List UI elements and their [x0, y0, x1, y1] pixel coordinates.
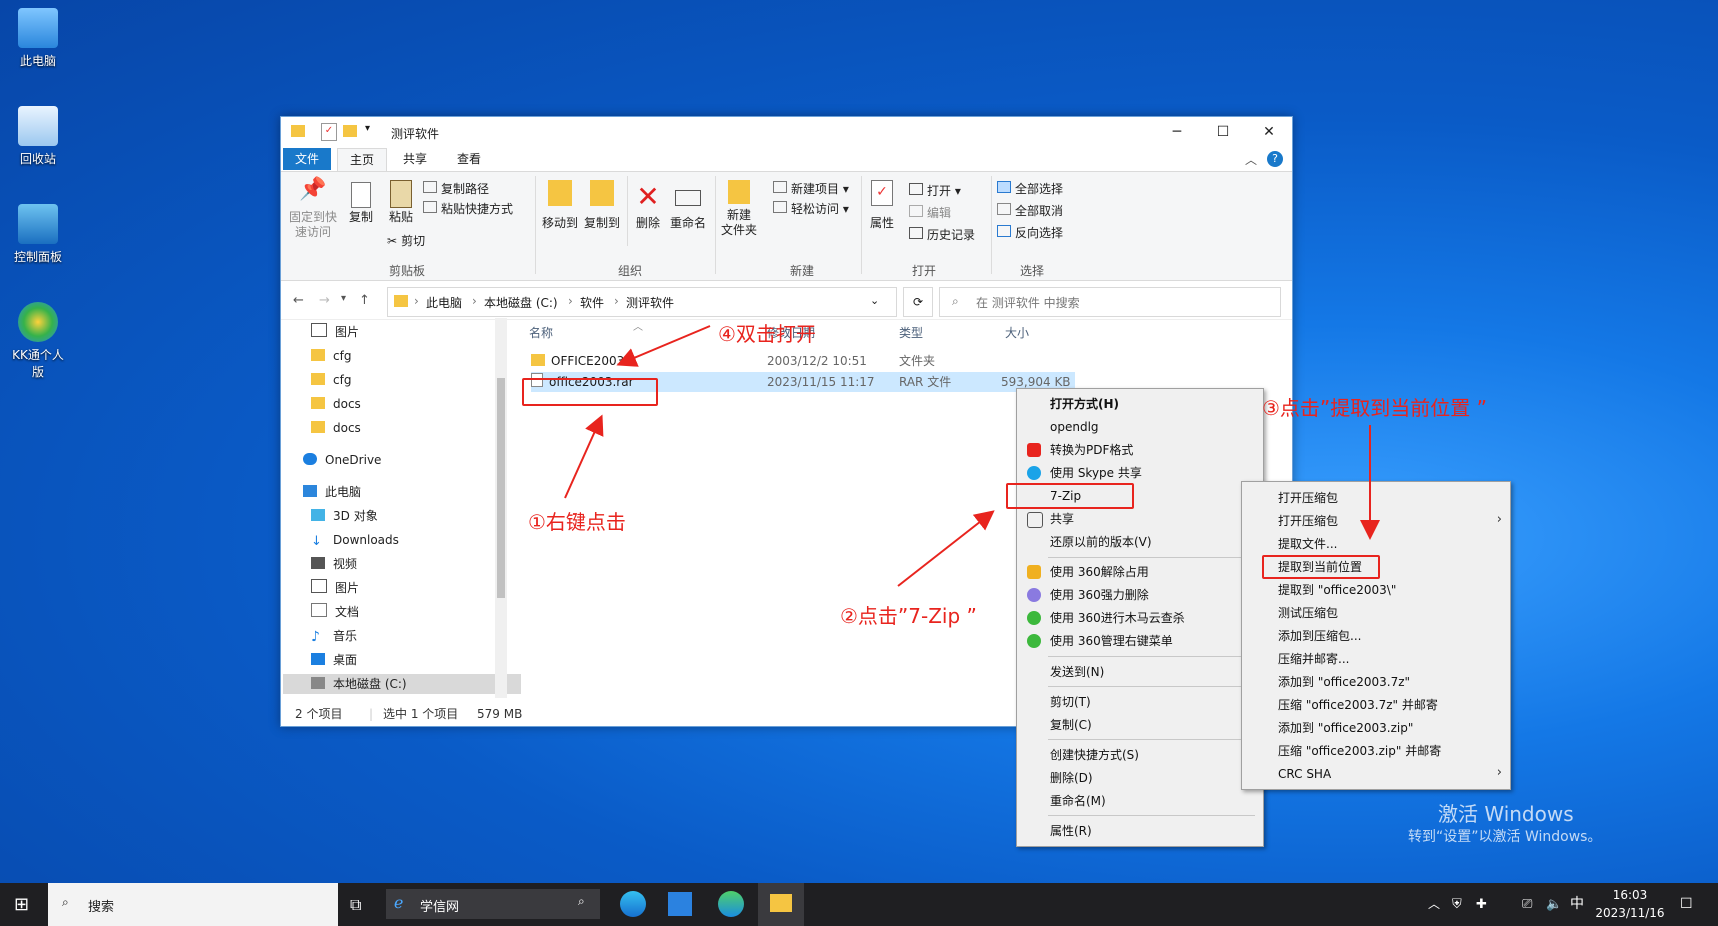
annotation-step1: ①右键点击	[528, 510, 626, 534]
tray-app-icon[interactable]: ⛨	[1452, 883, 1462, 926]
tray-expand-icon[interactable]: ︿	[1428, 883, 1440, 926]
taskbar-search-text: 搜索	[88, 900, 115, 915]
annotation-step3: ③点击”提取到当前位置 ”	[1262, 396, 1488, 420]
taskbar-explorer[interactable]	[758, 883, 804, 926]
taskbar-app-label: 学信网	[420, 900, 460, 915]
annotation-step2: ②点击”7-Zip ”	[840, 604, 977, 628]
network-icon[interactable]: ⎚	[1522, 883, 1532, 926]
tray-security-icon[interactable]: ✚	[1476, 883, 1487, 926]
volume-icon[interactable]: 🔈	[1546, 883, 1562, 926]
notification-icon[interactable]: ☐	[1680, 883, 1693, 926]
arrow-step1	[564, 414, 604, 499]
edge-icon[interactable]	[620, 891, 646, 917]
ie-icon: ℯ	[394, 893, 404, 912]
activation-watermark-title: 激活 Windows	[1438, 802, 1574, 826]
search-icon: ⌕	[62, 895, 69, 909]
windows-start-icon[interactable]: ⊞	[14, 883, 29, 926]
activation-watermark-subtitle: 转到“设置”以激活 Windows。	[1408, 829, 1602, 845]
clock-time: 16:03	[1612, 888, 1648, 902]
taskbar: ⊞ ⌕ 搜索 ⧉ ℯ 学信网 ⌕ ︿ ⛨ ✚ ⎚ 🔈 中 16:03 2023/…	[0, 883, 1718, 926]
taskbar-app-xuexin[interactable]: ℯ 学信网 ⌕	[386, 889, 600, 919]
store-icon[interactable]	[668, 892, 692, 916]
folder-icon	[770, 894, 792, 912]
clock[interactable]: 16:03 2023/11/16	[1594, 886, 1666, 922]
input-method-indicator[interactable]: 中	[1570, 883, 1584, 926]
arrow-step2	[897, 510, 995, 587]
edge-beta-icon[interactable]	[718, 891, 744, 917]
taskbar-search-box[interactable]: ⌕ 搜索	[48, 883, 338, 926]
annotation-step4: ④双击打开	[718, 322, 816, 346]
clock-date: 2023/11/16	[1595, 906, 1665, 920]
annotation-arrows	[564, 325, 1380, 587]
arrow-step4	[616, 325, 711, 367]
task-view-icon[interactable]: ⧉	[350, 883, 361, 926]
search-icon: ⌕	[578, 894, 585, 908]
